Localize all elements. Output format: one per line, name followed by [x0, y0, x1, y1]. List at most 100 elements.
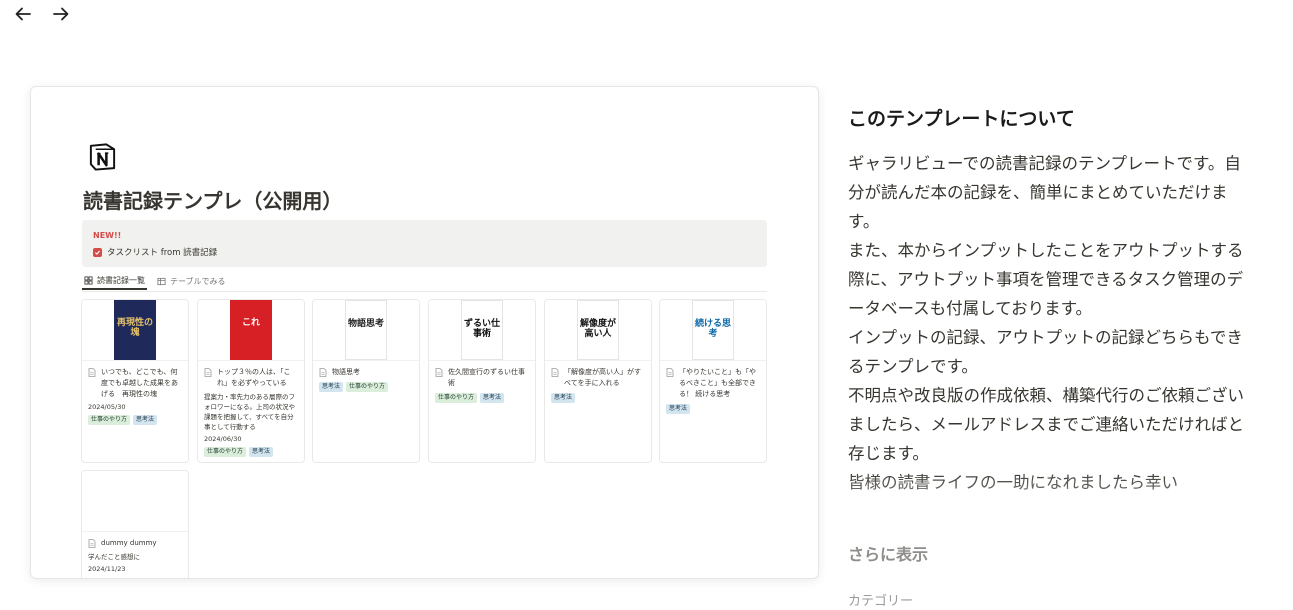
card-body: dummy dummy 学んだこと感想に 2024/11/23: [82, 532, 188, 578]
arrow-right-icon: [53, 7, 69, 21]
gallery-card[interactable]: これトップ３％の人は、「これ」を必ずやっている提案力・率先力のある層際のフォロワ…: [197, 299, 305, 463]
tag-badge: 仕事のやり方: [88, 415, 131, 425]
page-icon: [319, 368, 327, 377]
card-body: トップ３％の人は、「これ」を必ずやっている提案力・率先力のある層際のフォロワーに…: [198, 361, 304, 462]
card-title: いつでも、どこでも、何度でも卓越した成果をあげる 再現性の塊: [88, 367, 182, 400]
gallery-card[interactable]: 解像度が高い人「解像度が高い人」がすべてを手に入れる思考法: [544, 299, 652, 463]
card-tags: 仕事のやり方 思考法: [435, 393, 529, 403]
card-title-text: dummy dummy: [101, 539, 157, 547]
book-cover-image: 解像度が高い人: [577, 300, 619, 360]
card-title-text: 物語思考: [332, 368, 360, 376]
card-title: 佐久間宣行のずるい仕事術: [435, 367, 529, 389]
tag-badge: 仕事のやり方: [346, 382, 389, 392]
gallery-card[interactable]: 物語思考 物語思考 思考法 仕事のやり方: [312, 299, 420, 463]
new-label: NEW!!: [93, 231, 122, 240]
card-date: 2024/06/30: [204, 435, 242, 443]
card-tags: 仕事のやり方 思考法: [88, 415, 182, 425]
card-body: 物語思考思考法 仕事のやり方: [313, 361, 419, 398]
book-cover-text: 再現性の塊: [116, 318, 153, 338]
task-list-link[interactable]: タスクリスト from 読書記録: [93, 246, 217, 258]
card-cover: これ: [198, 300, 304, 361]
back-button[interactable]: [10, 2, 36, 26]
show-more-button[interactable]: さらに表示: [848, 541, 928, 565]
card-title: 「解像度が高い人」がすべてを手に入れる: [551, 367, 645, 389]
tab-gallery-label: 読書記録一覧: [97, 276, 145, 285]
checkbox-icon: [93, 247, 102, 257]
tag-badge: 仕事のやり方: [204, 447, 247, 457]
tag-badge: 思考法: [666, 404, 691, 414]
page-icon: [204, 368, 212, 377]
card-title-text: 「解像度が高い人」がすべてを手に入れる: [564, 368, 641, 387]
tag-badge: 仕事のやり方: [435, 393, 478, 403]
book-cover-text: これ: [241, 318, 260, 328]
template-description: ギャラリビューでの読書記録のテンプレートです。自分が読んだ本の記録を、簡単にまと…: [848, 154, 1244, 492]
tag-badge: 思考法: [319, 382, 344, 392]
book-cover-text: 物語思考: [348, 319, 385, 329]
table-icon: [157, 277, 166, 286]
card-title-text: 「やりたいこと」も「やるべきこと」も全部できる！ 続ける思考: [679, 368, 756, 398]
card-body: 「解像度が高い人」がすべてを手に入れる思考法: [545, 361, 651, 409]
card-title: 物語思考: [319, 367, 413, 378]
tag-badge: 思考法: [480, 393, 505, 403]
gallery-icon: [84, 276, 93, 285]
arrow-left-icon: [15, 7, 31, 21]
tab-gallery[interactable]: 読書記録一覧: [82, 273, 147, 290]
card-title: 「やりたいこと」も「やるべきこと」も全部できる！ 続ける思考: [666, 367, 760, 400]
card-body: いつでも、どこでも、何度でも卓越した成果をあげる 再現性の塊 2024/05/30…: [82, 361, 188, 431]
tab-table[interactable]: テーブルでみる: [155, 273, 228, 290]
task-list-label: タスクリスト from 読書記録: [107, 248, 218, 258]
book-cover-image: これ: [230, 300, 272, 360]
navigation-controls: [10, 2, 74, 26]
card-cover: ずるい仕事術: [429, 300, 535, 361]
card-tags: 仕事のやり方 思考法: [204, 447, 298, 457]
page-title: 読書記録テンプレ（公開用）: [83, 189, 343, 213]
gallery-card[interactable]: ずるい仕事術佐久間宣行のずるい仕事術仕事のやり方 思考法: [428, 299, 536, 463]
book-cover-image: 再現性の塊: [114, 300, 156, 360]
category-label: カテゴリー: [848, 594, 914, 609]
gallery-card[interactable]: 続ける思考「やりたいこと」も「やるべきこと」も全部できる！ 続ける思考思考法: [659, 299, 767, 463]
card-title-text: 佐久間宣行のずるい仕事術: [448, 368, 525, 387]
tag-badge: 思考法: [249, 447, 274, 457]
card-tags: 思考法: [666, 404, 760, 414]
page-icon: [666, 368, 674, 377]
notion-logo: [89, 143, 116, 171]
template-preview[interactable]: 読書記録テンプレ（公開用） NEW!! タスクリスト from 読書記録 読書記…: [30, 86, 819, 579]
card-cover: 続ける思考: [660, 300, 766, 361]
book-cover-image: 物語思考: [345, 300, 387, 360]
callout-box: NEW!! タスクリスト from 読書記録: [82, 220, 767, 267]
card-title: dummy dummy: [88, 538, 182, 549]
card-title: トップ３％の人は、「これ」を必ずやっている: [204, 367, 298, 389]
page-icon: [88, 539, 96, 548]
card-date: 2024/11/23: [88, 565, 126, 573]
book-cover-text: 解像度が高い人: [580, 319, 617, 339]
card-date: 2024/05/30: [88, 403, 126, 411]
card-cover: 再現性の塊: [82, 300, 188, 361]
book-cover-text: ずるい仕事術: [464, 319, 501, 339]
card-description: 学んだこと感想に: [88, 553, 140, 561]
tab-table-label: テーブルでみる: [170, 277, 226, 286]
page-icon: [435, 368, 443, 377]
forward-button[interactable]: [48, 2, 74, 26]
tag-badge: 思考法: [551, 393, 576, 403]
gallery-card[interactable]: dummy dummy 学んだこと感想に 2024/11/23: [81, 470, 189, 578]
page-icon: [551, 368, 559, 377]
card-title-text: いつでも、どこでも、何度でも卓越した成果をあげる 再現性の塊: [101, 368, 178, 398]
card-description: 提案力・率先力のある層際のフォロワーになる。上司の状況や課題を把握して、すべてを…: [204, 393, 295, 431]
card-cover: 解像度が高い人: [545, 300, 651, 361]
template-info: このテンプレートについて ギャラリビューでの読書記録のテンプレートです。自分が読…: [848, 104, 1258, 527]
book-cover-image: ずるい仕事術: [461, 300, 503, 360]
card-body: 佐久間宣行のずるい仕事術仕事のやり方 思考法: [429, 361, 535, 409]
book-cover-image: 続ける思考: [692, 300, 734, 360]
book-cover-text: 続ける思考: [695, 319, 732, 339]
card-title-text: トップ３％の人は、「これ」を必ずやっている: [217, 368, 291, 387]
page-icon: [88, 368, 96, 377]
card-cover: [82, 471, 188, 532]
view-tabs: 読書記録一覧 テーブルでみる: [82, 273, 767, 292]
card-tags: 思考法: [551, 393, 645, 403]
about-heading: このテンプレートについて: [848, 108, 1075, 130]
gallery-card[interactable]: 再現性の塊いつでも、どこでも、何度でも卓越した成果をあげる 再現性の塊 2024/…: [81, 299, 189, 463]
tag-badge: 思考法: [133, 415, 158, 425]
card-tags: 思考法 仕事のやり方: [319, 382, 413, 392]
card-body: 「やりたいこと」も「やるべきこと」も全部できる！ 続ける思考思考法: [660, 361, 766, 420]
card-cover: 物語思考: [313, 300, 419, 361]
